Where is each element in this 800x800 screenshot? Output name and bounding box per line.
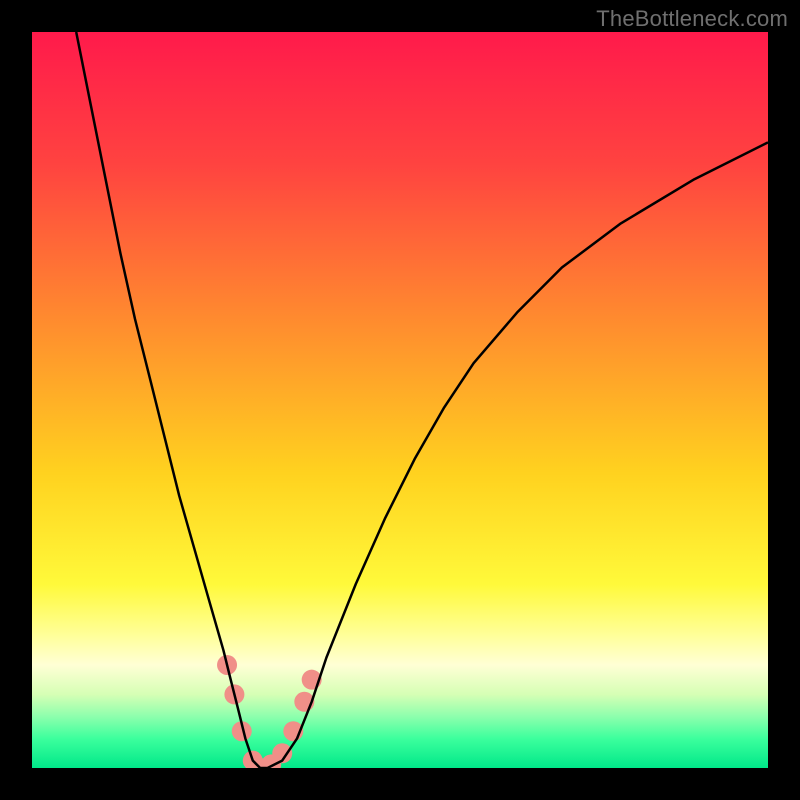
watermark-text: TheBottleneck.com bbox=[596, 6, 788, 32]
chart-svg bbox=[32, 32, 768, 768]
gradient-background bbox=[32, 32, 768, 768]
chart-frame: TheBottleneck.com bbox=[0, 0, 800, 800]
plot-area bbox=[32, 32, 768, 768]
